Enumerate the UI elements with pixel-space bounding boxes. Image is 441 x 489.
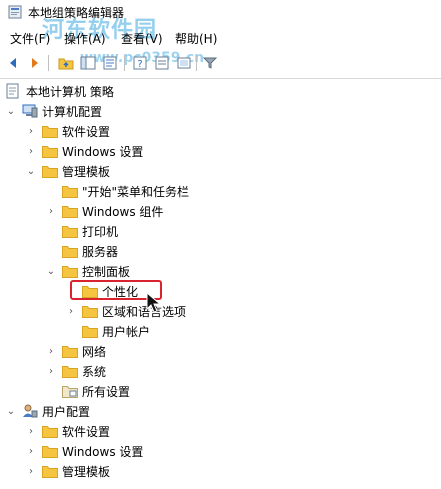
help-icon[interactable]: ?: [132, 55, 148, 71]
all-settings-icon: [62, 385, 78, 398]
chevron-right-icon[interactable]: ›: [26, 422, 36, 440]
menu-help[interactable]: 帮助(H): [175, 30, 217, 47]
folder-icon: [42, 145, 58, 158]
up-folder-icon[interactable]: [58, 55, 74, 71]
tree-node-network[interactable]: › 网络: [46, 342, 106, 360]
tree-label-computer-config: 计算机配置: [42, 104, 103, 119]
tree-node-user-software-settings[interactable]: › 软件设置: [26, 422, 110, 440]
folder-icon: [42, 425, 58, 438]
tree-node-user-config[interactable]: ⌄ 用户配置: [6, 402, 90, 420]
forward-icon[interactable]: [26, 55, 42, 71]
tree-label-root: 本地计算机 策略: [26, 84, 114, 99]
export-list-icon[interactable]: [154, 55, 170, 71]
properties-icon[interactable]: [102, 55, 118, 71]
folder-icon: [42, 445, 58, 458]
tree-node-windows-settings[interactable]: › Windows 设置: [26, 142, 143, 160]
tree-node-user-windows-settings[interactable]: › Windows 设置: [26, 442, 143, 460]
tree-node-root[interactable]: 本地计算机 策略: [4, 82, 114, 100]
folder-icon: [82, 325, 98, 338]
chevron-right-icon[interactable]: ›: [26, 462, 36, 480]
chevron-right-icon[interactable]: ›: [46, 362, 56, 380]
tree-label-control-panel: 控制面板: [82, 264, 131, 279]
tree-node-servers[interactable]: 服务器: [46, 242, 118, 260]
tree-node-user-admin-templates[interactable]: › 管理模板: [26, 462, 110, 480]
menu-view[interactable]: 查看(V): [121, 30, 163, 47]
chevron-down-icon[interactable]: ⌄: [6, 102, 16, 120]
tree-label-software-settings: 软件设置: [62, 124, 111, 139]
tree-label-user-admin-templates: 管理模板: [62, 464, 111, 479]
toolbar-separator: [48, 55, 49, 71]
tree-label-admin-templates: 管理模板: [62, 164, 111, 179]
tree-node-regional[interactable]: › 区域和语言选项: [66, 302, 186, 320]
folder-icon: [62, 205, 78, 218]
tree-label-windows-settings: Windows 设置: [62, 144, 144, 159]
tree-node-control-panel[interactable]: ⌄ 控制面板: [46, 262, 130, 280]
policy-document-icon: [6, 83, 19, 99]
tree-label-user-software-settings: 软件设置: [62, 424, 111, 439]
tree-node-admin-templates[interactable]: ⌄ 管理模板: [26, 162, 110, 180]
svg-text:?: ?: [137, 59, 142, 70]
toolbar-divider: [0, 78, 441, 79]
menu-file[interactable]: 文件(F): [10, 30, 50, 47]
back-icon[interactable]: [6, 55, 22, 71]
tree-label-start-menu: "开始"菜单和任务栏: [82, 184, 190, 199]
chevron-right-icon[interactable]: ›: [66, 302, 76, 320]
tree-node-windows-components[interactable]: › Windows 组件: [46, 202, 163, 220]
chevron-right-icon[interactable]: ›: [26, 442, 36, 460]
menu-action[interactable]: 操作(A): [64, 30, 106, 47]
tree-label-windows-components: Windows 组件: [82, 204, 164, 219]
view-icon[interactable]: [176, 55, 192, 71]
folder-icon: [62, 185, 78, 198]
policy-editor-icon: [8, 5, 22, 19]
folder-icon: [62, 345, 78, 358]
chevron-down-icon[interactable]: ⌄: [6, 402, 16, 420]
folder-icon: [62, 225, 78, 238]
chevron-right-icon[interactable]: ›: [46, 342, 56, 360]
toolbar: ?: [0, 51, 441, 75]
folder-icon: [62, 365, 78, 378]
folder-icon: [42, 465, 58, 478]
tree-label-system: 系统: [82, 364, 107, 379]
chevron-right-icon[interactable]: ›: [26, 122, 36, 140]
tree-node-user-accounts[interactable]: 用户帐户: [66, 322, 150, 340]
tree-label-regional: 区域和语言选项: [102, 304, 187, 319]
toolbar-separator: [196, 55, 197, 71]
filter-icon[interactable]: [202, 55, 218, 71]
folder-icon: [62, 265, 78, 278]
toolbar-separator: [124, 55, 125, 71]
tree-node-start-menu[interactable]: "开始"菜单和任务栏: [46, 182, 189, 200]
user-icon: [23, 404, 38, 418]
tree-node-all-settings[interactable]: 所有设置: [46, 382, 130, 400]
folder-icon: [82, 305, 98, 318]
tree-label-user-windows-settings: Windows 设置: [62, 444, 144, 459]
menu-bar: 文件(F) 操作(A) 查看(V) 帮助(H): [0, 27, 441, 47]
tree-label-servers: 服务器: [82, 244, 119, 259]
tree-label-all-settings: 所有设置: [82, 384, 131, 399]
tree-label-network: 网络: [82, 344, 107, 359]
tree-node-computer-config[interactable]: ⌄ 计算机配置: [6, 102, 102, 120]
folder-icon: [62, 245, 78, 258]
chevron-down-icon[interactable]: ⌄: [26, 162, 36, 180]
tree-node-software-settings[interactable]: › 软件设置: [26, 122, 110, 140]
folder-icon: [42, 125, 58, 138]
tree-label-printers: 打印机: [82, 224, 119, 239]
chevron-right-icon[interactable]: ›: [46, 202, 56, 220]
chevron-down-icon[interactable]: ⌄: [46, 262, 56, 280]
tree-node-system[interactable]: › 系统: [46, 362, 106, 380]
tree-label-user-config: 用户配置: [42, 404, 91, 419]
tree-node-printers[interactable]: 打印机: [46, 222, 118, 240]
folder-icon: [42, 165, 58, 178]
mouse-cursor-icon: [146, 292, 162, 313]
computer-icon: [22, 104, 38, 118]
tree-label-user-accounts: 用户帐户: [102, 324, 151, 339]
chevron-right-icon[interactable]: ›: [26, 142, 36, 160]
show-hide-tree-icon[interactable]: [80, 55, 96, 71]
